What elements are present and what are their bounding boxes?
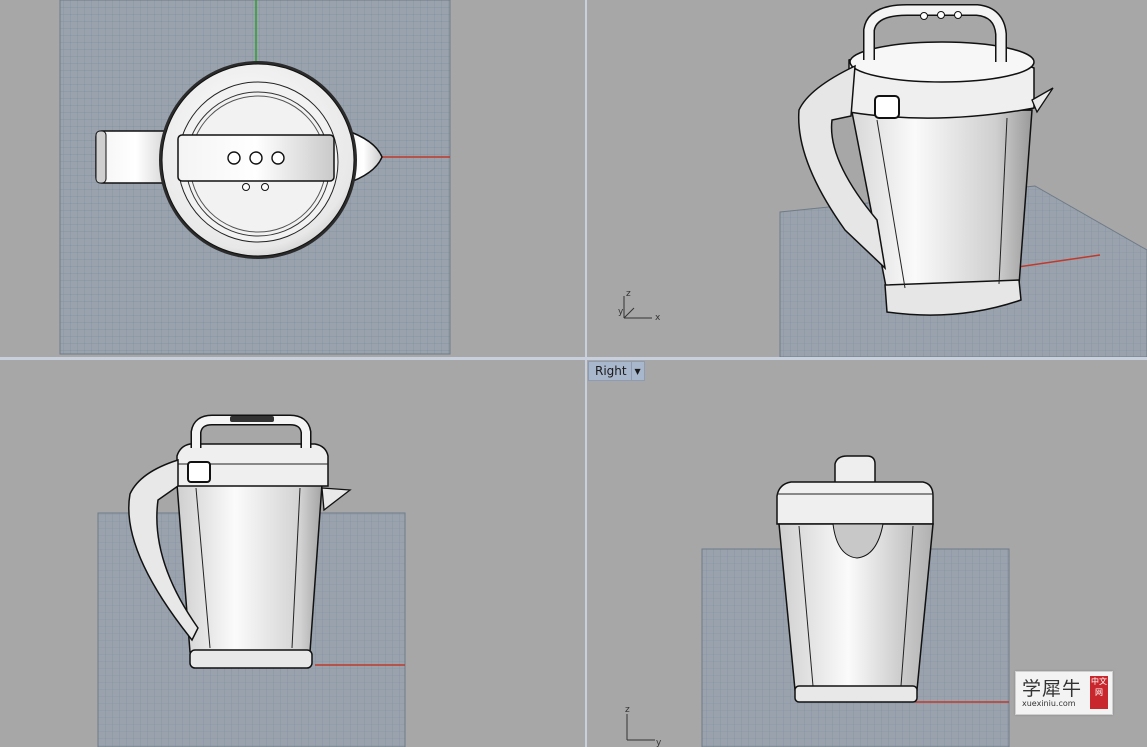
- watermark-box: 中文网: [1090, 676, 1108, 709]
- front-view-canvas: [97, 414, 406, 747]
- kettle-badge-perspective: [874, 95, 900, 119]
- viewport-front[interactable]: [0, 360, 585, 747]
- viewport-perspective[interactable]: z y x: [587, 0, 1147, 357]
- rhino-workspace: z y x z y Right ▼ 学犀牛 xuexiniu.com 中文网: [0, 0, 1147, 747]
- axis-label-z: z: [626, 289, 631, 299]
- kettle-spout-perspective: [1031, 87, 1054, 114]
- viewport-divider-vertical[interactable]: [585, 0, 587, 747]
- kettle-badge-front: [187, 461, 211, 483]
- kettle-spout-front: [321, 487, 352, 512]
- viewport-right[interactable]: z y Right ▼ 学犀牛 xuexiniu.com 中文网: [587, 360, 1147, 747]
- watermark-site: xuexiniu.com: [1022, 699, 1076, 708]
- kettle-body-front: [176, 483, 323, 653]
- kettle-lid-right: [776, 481, 934, 525]
- axis-triad-perspective: z y x: [618, 289, 661, 323]
- top-view-canvas: [59, 0, 451, 355]
- viewport-divider-horizontal[interactable]: [0, 357, 1147, 360]
- perspective-view-canvas: z y x: [618, 4, 1147, 357]
- viewport-tab-label: Right: [595, 364, 627, 378]
- axis-label-x: x: [655, 313, 661, 323]
- lid-handle-top: [177, 134, 335, 182]
- axis-triad-right: z y: [625, 705, 662, 747]
- watermark-text: 学犀牛: [1022, 678, 1083, 700]
- axis-label-z-right: z: [625, 705, 630, 715]
- viewport-tab-right[interactable]: Right ▼: [588, 361, 645, 381]
- axis-label-y-right: y: [656, 738, 662, 747]
- watermark-logo: 学犀牛 xuexiniu.com 中文网: [1015, 671, 1113, 715]
- dropdown-arrow-icon[interactable]: ▼: [630, 362, 644, 380]
- viewport-top[interactable]: [0, 0, 585, 357]
- axis-label-y: y: [618, 307, 624, 317]
